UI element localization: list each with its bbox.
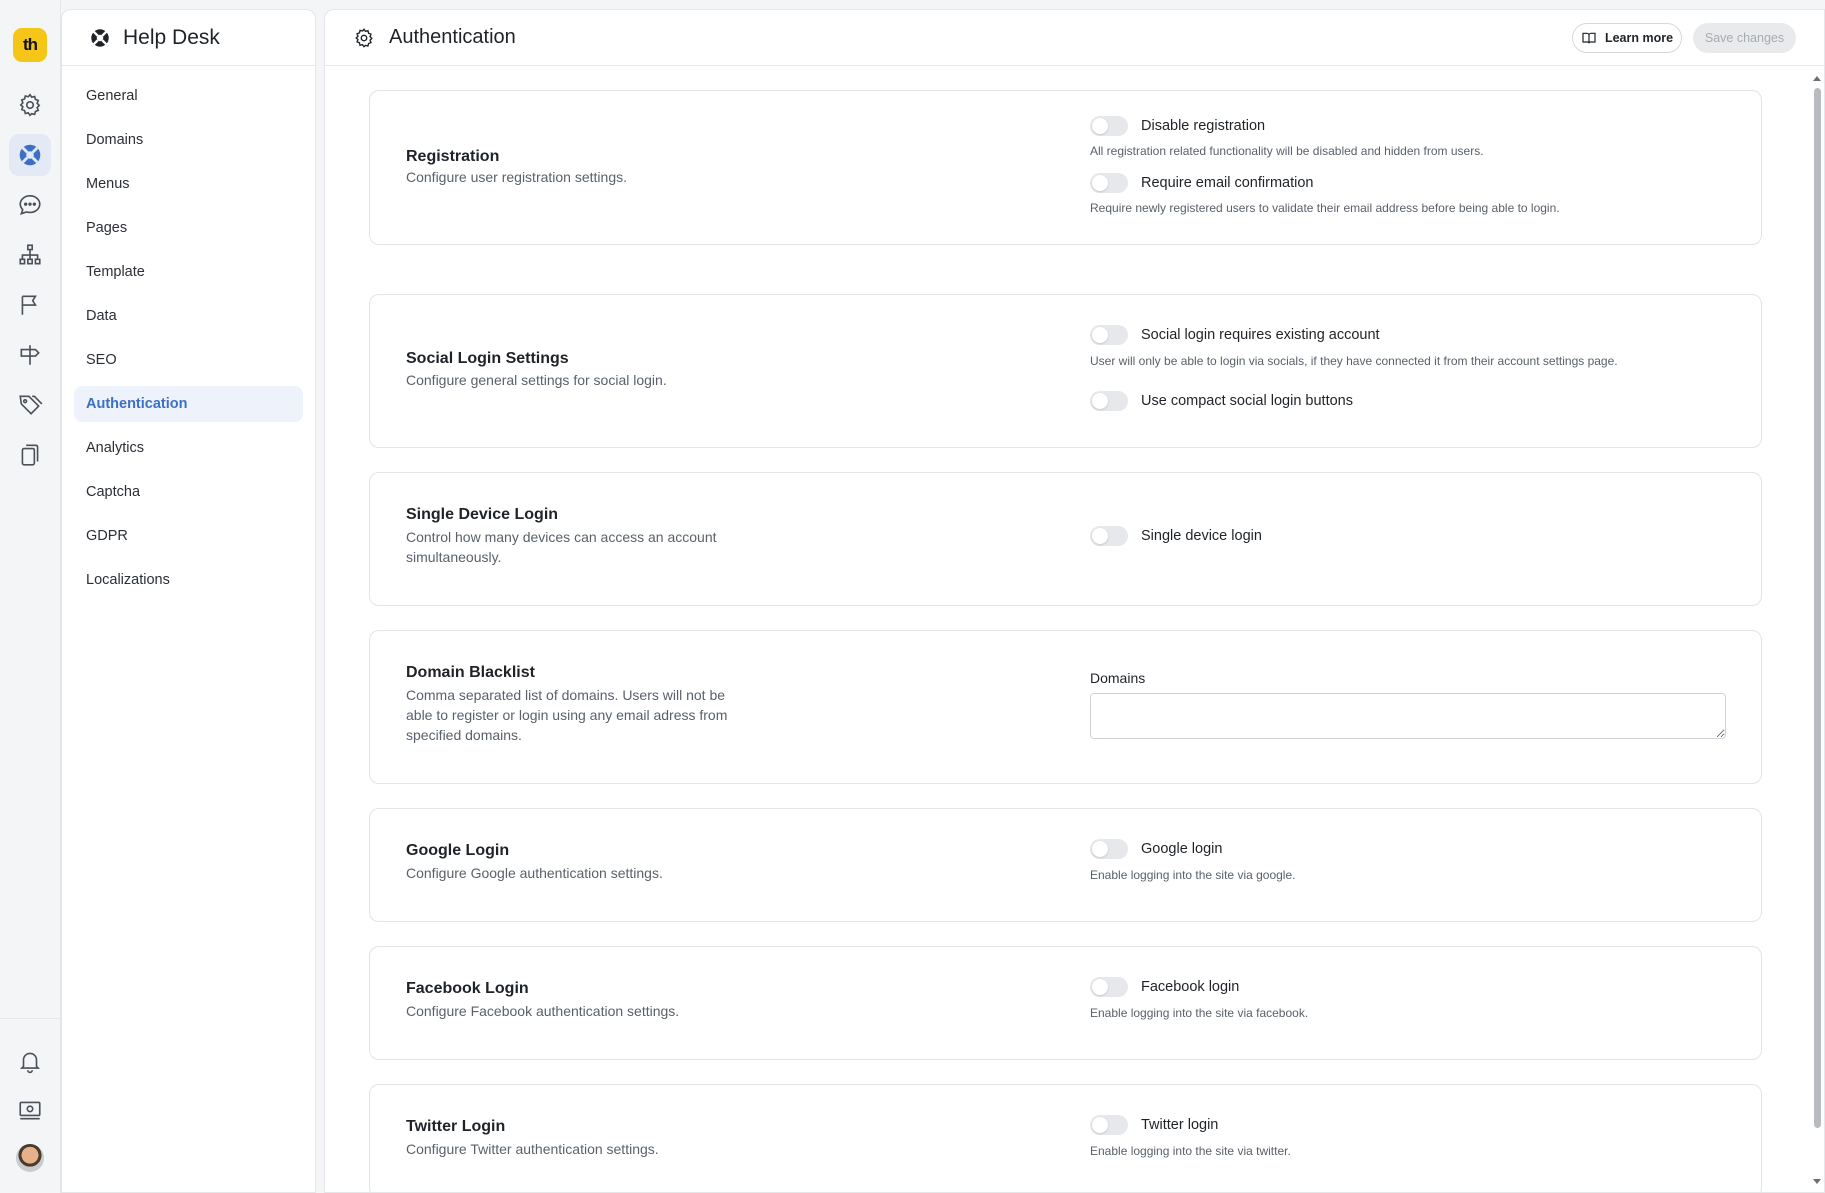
twitter-login-label: Twitter login	[1141, 1117, 1219, 1133]
help-desk-icon[interactable]	[9, 134, 51, 176]
google-login-option: Google login	[1090, 839, 1222, 859]
nav-item-analytics[interactable]: Analytics	[74, 430, 303, 466]
social-requires-account-option: Social login requires existing account	[1090, 325, 1380, 345]
social-login-card: Social Login Settings Configure general …	[369, 294, 1762, 448]
nav-item-general[interactable]: General	[74, 78, 303, 114]
main-panel: Authentication Learn more Save changes R…	[324, 9, 1825, 1193]
facebook-login-desc: Configure Facebook authentication settin…	[406, 1003, 680, 1019]
nav-title: Help Desk	[123, 25, 220, 49]
google-login-label: Google login	[1141, 841, 1223, 857]
pages-icon[interactable]	[9, 434, 51, 476]
flag-icon[interactable]	[9, 284, 51, 326]
main-scrollbar[interactable]	[1810, 70, 1824, 1192]
google-login-desc: Configure Google authentication settings…	[406, 865, 663, 881]
twitter-login-hint: Enable logging into the site via twitter…	[1090, 1144, 1291, 1158]
single-device-label: Single device login	[1141, 528, 1262, 544]
facebook-login-card: Facebook Login Configure Facebook authen…	[369, 946, 1762, 1060]
require-email-hint: Require newly registered users to valida…	[1090, 201, 1560, 215]
nav-item-menus[interactable]: Menus	[74, 166, 303, 202]
nav-item-domains[interactable]: Domains	[74, 122, 303, 158]
compact-buttons-option: Use compact social login buttons	[1090, 391, 1353, 411]
nav-item-gdpr[interactable]: GDPR	[74, 518, 303, 554]
single-device-desc: Control how many devices can access an a…	[406, 529, 717, 565]
single-device-option: Single device login	[1090, 526, 1262, 546]
help-desk-icon	[91, 28, 109, 47]
nav-item-authentication[interactable]: Authentication	[74, 386, 303, 422]
facebook-login-title: Facebook Login	[406, 980, 529, 997]
disable-registration-toggle[interactable]	[1090, 116, 1128, 136]
page-title: Authentication	[389, 26, 516, 48]
nav-item-template[interactable]: Template	[74, 254, 303, 290]
twitter-login-desc: Configure Twitter authentication setting…	[406, 1141, 659, 1157]
settings-icon[interactable]	[9, 84, 51, 126]
registration-title: Registration	[406, 148, 500, 165]
compact-buttons-label: Use compact social login buttons	[1141, 393, 1353, 409]
settings-nav-list: General Domains Menus Pages Template Dat…	[62, 66, 315, 598]
disable-registration-label: Disable registration	[1141, 118, 1266, 134]
scrollbar-thumb[interactable]	[1814, 88, 1821, 1128]
social-requires-account-hint: User will only be able to login via soci…	[1090, 354, 1618, 368]
signpost-icon[interactable]	[9, 334, 51, 376]
twitter-login-card: Twitter Login Configure Twitter authenti…	[369, 1084, 1762, 1192]
domains-field-label: Domains	[1090, 670, 1146, 686]
nav-header: Help Desk	[62, 10, 315, 66]
social-requires-account-label: Social login requires existing account	[1141, 327, 1380, 343]
save-changes-button[interactable]: Save changes	[1693, 23, 1796, 53]
domain-blacklist-desc: Comma separated list of domains. Users w…	[406, 687, 728, 743]
tags-icon[interactable]	[9, 384, 51, 426]
app-logo[interactable]: th	[13, 28, 47, 62]
social-login-title: Social Login Settings	[406, 350, 569, 367]
disable-registration-option: Disable registration	[1090, 116, 1265, 136]
billing-icon[interactable]	[9, 1089, 51, 1131]
sitemap-icon[interactable]	[9, 234, 51, 276]
scroll-up-arrow[interactable]	[1813, 76, 1821, 81]
require-email-option: Require email confirmation	[1090, 173, 1313, 193]
google-login-card: Google Login Configure Google authentica…	[369, 808, 1762, 922]
registration-desc: Configure user registration settings.	[406, 169, 627, 185]
social-requires-account-toggle[interactable]	[1090, 325, 1128, 345]
nav-item-pages[interactable]: Pages	[74, 210, 303, 246]
book-icon	[1582, 32, 1596, 44]
require-email-label: Require email confirmation	[1141, 175, 1314, 191]
chat-icon[interactable]	[9, 184, 51, 226]
twitter-login-option: Twitter login	[1090, 1115, 1218, 1135]
facebook-login-hint: Enable logging into the site via faceboo…	[1090, 1006, 1309, 1020]
social-login-desc: Configure general settings for social lo…	[406, 372, 667, 388]
learn-more-label: Learn more	[1604, 31, 1674, 45]
google-login-hint: Enable logging into the site via google.	[1090, 868, 1296, 882]
twitter-login-toggle[interactable]	[1090, 1115, 1128, 1135]
domains-textarea[interactable]	[1090, 693, 1726, 739]
rail-divider	[0, 1018, 61, 1019]
learn-more-button[interactable]: Learn more	[1572, 23, 1682, 53]
domain-blacklist-title: Domain Blacklist	[406, 664, 535, 681]
facebook-login-option: Facebook login	[1090, 977, 1239, 997]
facebook-login-label: Facebook login	[1141, 979, 1240, 995]
domain-blacklist-card: Domain Blacklist Comma separated list of…	[369, 630, 1762, 784]
nav-item-localizations[interactable]: Localizations	[74, 562, 303, 598]
nav-item-seo[interactable]: SEO	[74, 342, 303, 378]
disable-registration-hint: All registration related functionality w…	[1090, 144, 1484, 158]
gear-icon	[355, 27, 373, 48]
nav-item-captcha[interactable]: Captcha	[74, 474, 303, 510]
bell-icon[interactable]	[9, 1040, 51, 1082]
single-device-toggle[interactable]	[1090, 526, 1128, 546]
single-device-title: Single Device Login	[406, 506, 559, 523]
single-device-card: Single Device Login Control how many dev…	[369, 472, 1762, 606]
twitter-login-title: Twitter Login	[406, 1118, 506, 1135]
nav-item-data[interactable]: Data	[74, 298, 303, 334]
scroll-down-arrow[interactable]	[1813, 1179, 1821, 1184]
require-email-toggle[interactable]	[1090, 173, 1128, 193]
settings-nav-panel: Help Desk General Domains Menus Pages Te…	[61, 9, 316, 1193]
facebook-login-toggle[interactable]	[1090, 977, 1128, 997]
compact-buttons-toggle[interactable]	[1090, 391, 1128, 411]
google-login-toggle[interactable]	[1090, 839, 1128, 859]
registration-card: Registration Configure user registration…	[369, 90, 1762, 245]
google-login-title: Google Login	[406, 842, 510, 859]
main-header: Authentication Learn more Save changes	[325, 10, 1824, 66]
user-avatar[interactable]	[16, 1144, 44, 1172]
app-rail: th	[0, 0, 61, 1193]
